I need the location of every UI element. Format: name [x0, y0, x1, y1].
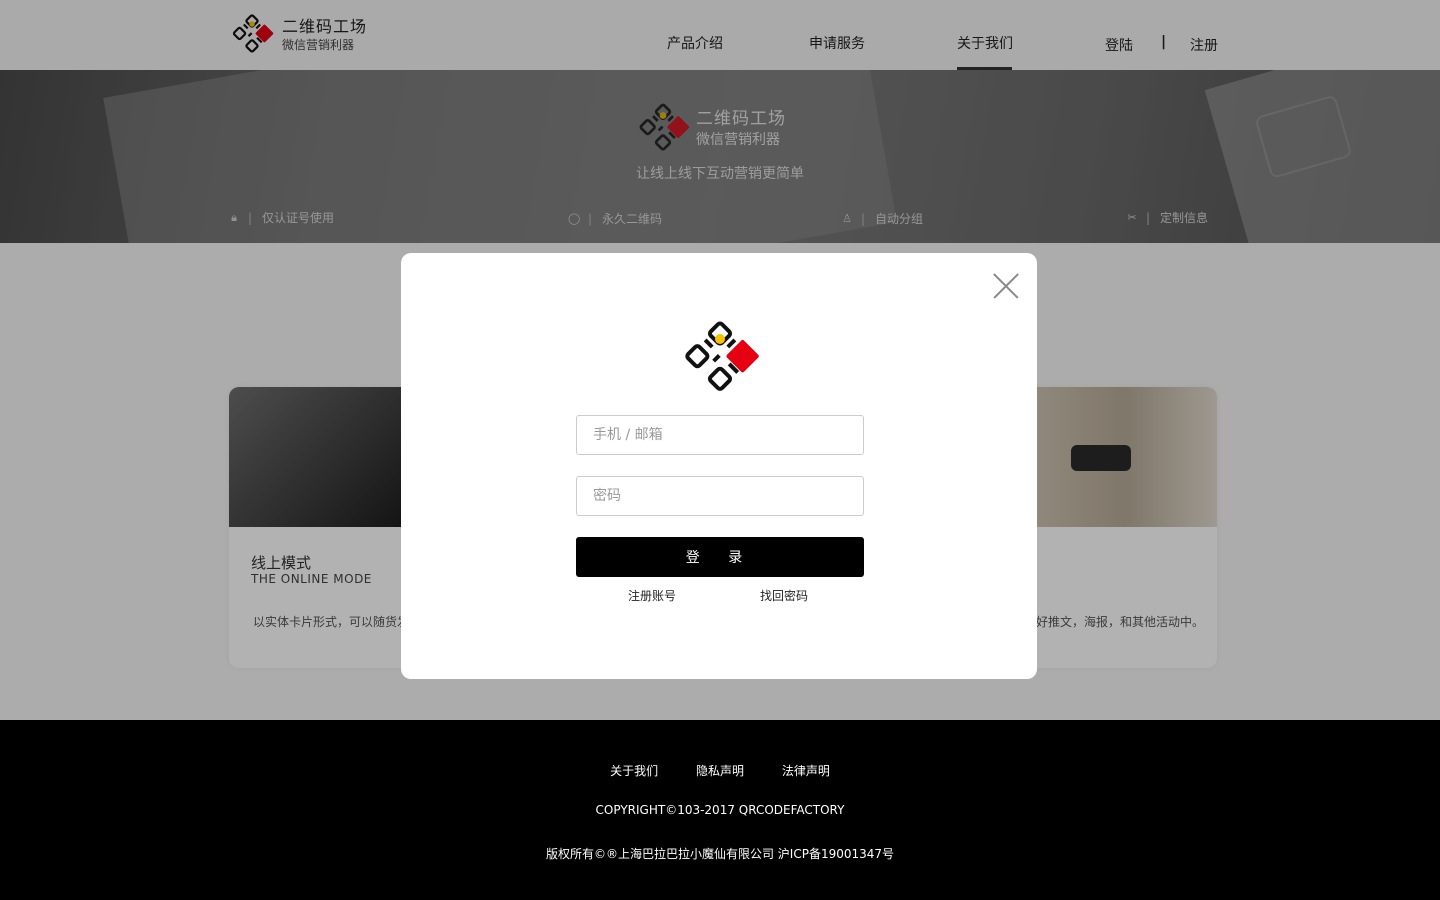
forgot-password-link[interactable]: 找回密码: [760, 587, 808, 604]
close-icon[interactable]: [993, 273, 1019, 299]
footer-link-privacy[interactable]: 隐私声明: [696, 764, 744, 778]
qrcode-logo-icon: [680, 319, 760, 399]
phone-email-input[interactable]: [576, 415, 864, 455]
password-input[interactable]: [576, 476, 864, 516]
footer-links: 关于我们 隐私声明 法律声明: [0, 762, 1440, 779]
site-footer: 关于我们 隐私声明 法律声明 COPYRIGHT©103-2017 QRCODE…: [0, 720, 1440, 900]
login-modal: 登 录 注册账号 找回密码: [401, 253, 1037, 679]
footer-icp: 版权所有©®上海巴拉巴拉小魔仙有限公司 沪ICP备19001347号: [545, 847, 895, 861]
footer-copyright: COPYRIGHT©103-2017 QRCODEFACTORY: [595, 803, 845, 817]
footer-link-about[interactable]: 关于我们: [610, 764, 658, 778]
footer-link-legal[interactable]: 法律声明: [782, 764, 830, 778]
login-button[interactable]: 登 录: [576, 537, 864, 577]
register-account-link[interactable]: 注册账号: [628, 587, 676, 604]
